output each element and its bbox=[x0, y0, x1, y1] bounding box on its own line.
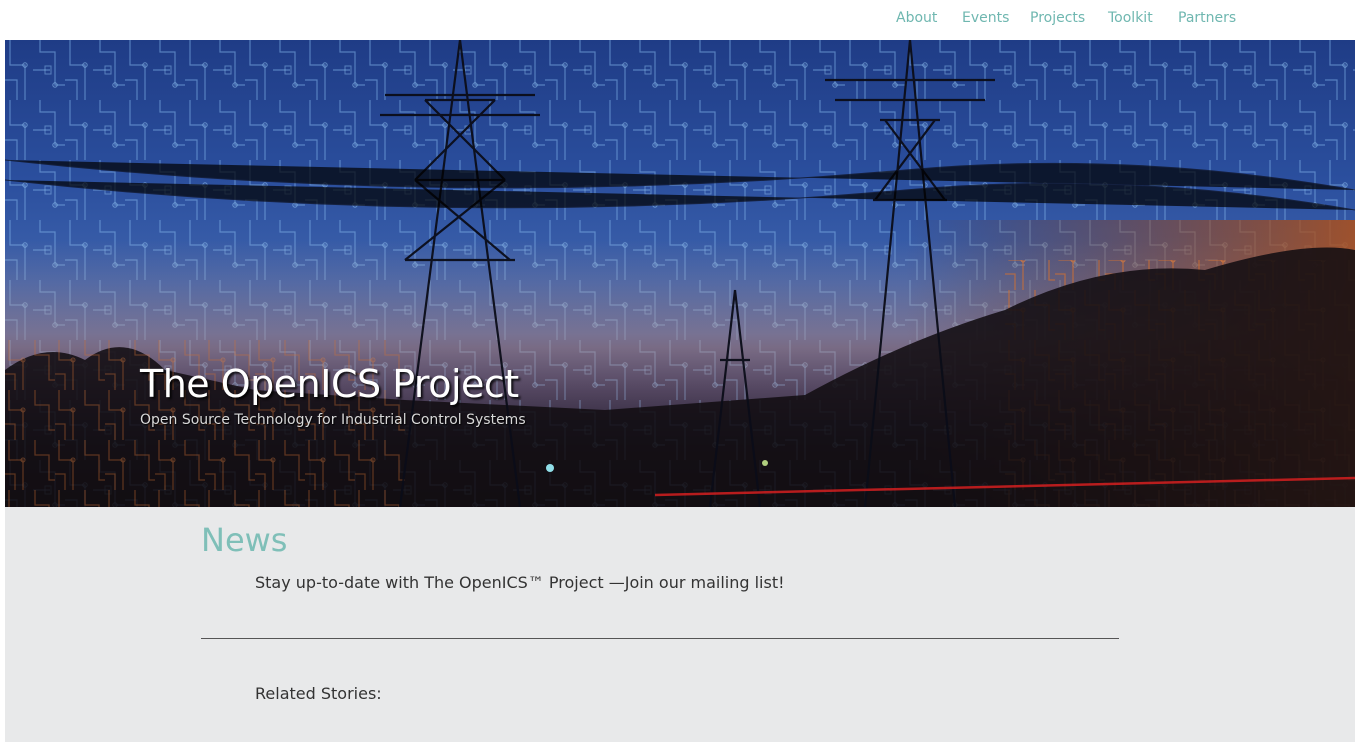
related-stories-label: Related Stories: bbox=[255, 684, 382, 703]
top-navigation: About Events Projects Toolkit Partners bbox=[0, 0, 1360, 40]
hero-background-image bbox=[5, 40, 1355, 507]
hero-subtitle: Open Source Technology for Industrial Co… bbox=[140, 412, 526, 428]
nav-link-projects[interactable]: Projects bbox=[1030, 10, 1085, 26]
nav-link-toolkit[interactable]: Toolkit bbox=[1108, 10, 1153, 26]
nav-link-about[interactable]: About bbox=[896, 10, 937, 26]
nav-link-partners[interactable]: Partners bbox=[1178, 10, 1236, 26]
hero-banner: The OpenICS Project Open Source Technolo… bbox=[5, 40, 1355, 507]
mailing-list-link[interactable]: Stay up-to-date with The OpenICS™ Projec… bbox=[255, 573, 785, 592]
news-section: News Stay up-to-date with The OpenICS™ P… bbox=[5, 507, 1355, 742]
news-heading: News bbox=[201, 521, 288, 559]
section-divider bbox=[201, 638, 1119, 639]
nav-link-events[interactable]: Events bbox=[962, 10, 1009, 26]
hero-title: The OpenICS Project bbox=[140, 362, 519, 406]
